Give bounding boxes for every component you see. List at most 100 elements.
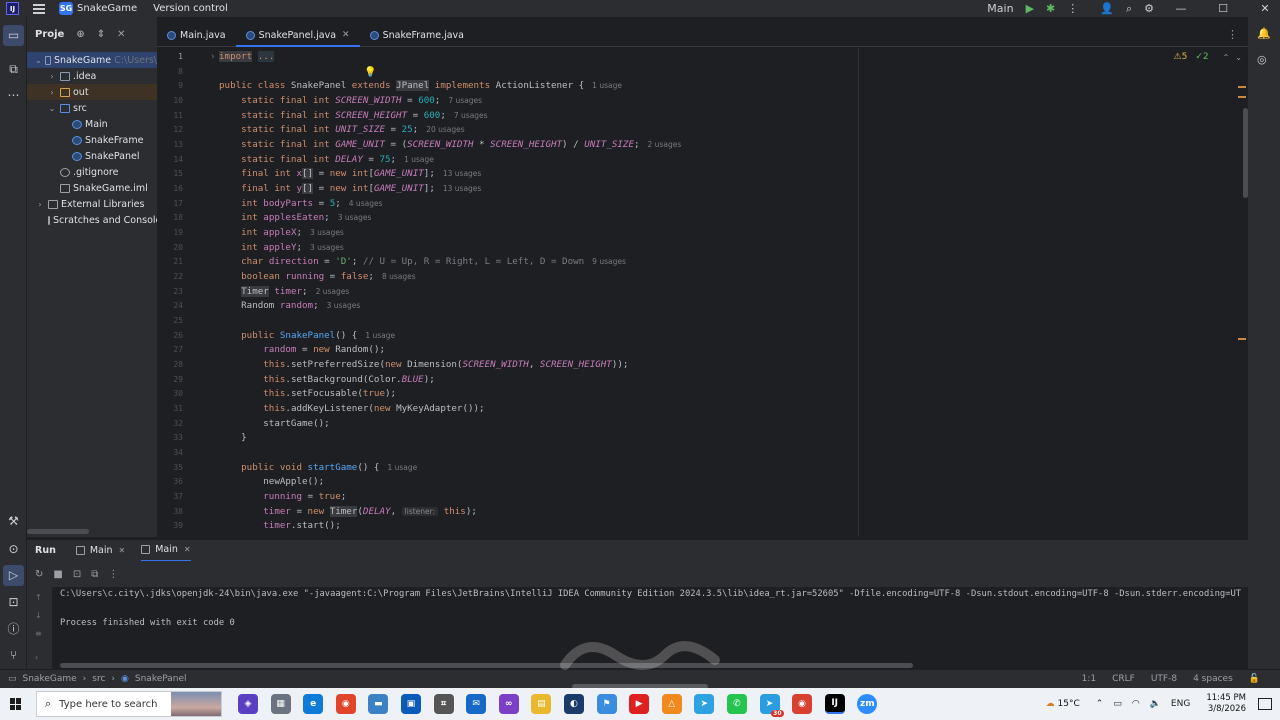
line-number[interactable]: 39 [157, 521, 183, 530]
run-tab-main-2[interactable]: Main ✕ [141, 540, 191, 562]
project-tool-icon[interactable]: ▭ [3, 25, 24, 46]
line-number[interactable]: 17 [157, 199, 183, 208]
file-explorer-icon[interactable]: ▬ [368, 694, 389, 714]
screenshot-icon[interactable]: ⊡ [73, 569, 81, 580]
line-number[interactable]: 36 [157, 477, 183, 486]
line-number[interactable]: 24 [157, 301, 183, 310]
line-number[interactable]: 20 [157, 243, 183, 252]
locate-icon[interactable]: ⊕ [76, 29, 84, 40]
tree-item-snakegame[interactable]: ⌄ SnakeGame C:\Users\ [27, 52, 157, 68]
tree-item-gitignore[interactable]: .gitignore [27, 164, 157, 180]
copilot-icon[interactable]: ◈ [238, 694, 258, 714]
tree-item-src[interactable]: ⌄ src [27, 100, 157, 116]
indent-setting[interactable]: 4 spaces [1193, 674, 1233, 684]
intellij-taskbar-icon[interactable]: IJ [824, 694, 845, 714]
fold-chevron-icon[interactable]: › [210, 51, 216, 62]
azure-data-icon[interactable]: ⚑ [596, 694, 617, 714]
wifi-icon[interactable]: ◠ [1132, 699, 1140, 709]
folder-icon[interactable]: ▤ [531, 694, 552, 714]
taskbar-clock[interactable]: 11:45 PM 3/8/2026 [1206, 693, 1246, 715]
problems-tool-icon[interactable]: ⓘ [6, 622, 21, 637]
line-number[interactable]: 19 [157, 228, 183, 237]
chevron-right-icon[interactable]: › [47, 88, 57, 97]
line-number[interactable]: 26 [157, 331, 183, 340]
line-number[interactable]: 37 [157, 492, 183, 501]
tree-item-idea[interactable]: › .idea [27, 68, 157, 84]
line-separator[interactable]: CRLF [1112, 674, 1135, 684]
usage-hint[interactable]: 2 usages [316, 287, 350, 296]
maximize-window-icon[interactable]: ☐ [1208, 2, 1238, 15]
line-number[interactable]: 29 [157, 375, 183, 384]
line-number[interactable]: 25 [157, 316, 183, 325]
chrome-profile-icon[interactable]: ◉ [792, 694, 813, 714]
outlook-icon[interactable]: ✉ [466, 694, 487, 714]
tab-snakepanel-java[interactable]: SnakePanel.java ✕ [235, 24, 360, 47]
error-stripe-marker[interactable] [1238, 338, 1246, 340]
file-encoding[interactable]: UTF-8 [1151, 674, 1177, 684]
minimize-window-icon[interactable]: — [1166, 2, 1196, 15]
usage-hint[interactable]: 7 usages [454, 111, 488, 120]
language-indicator[interactable]: ENG [1171, 699, 1190, 709]
rerun-icon[interactable]: ↻ [35, 569, 43, 580]
stop-icon[interactable]: ■ [53, 569, 62, 580]
line-number[interactable]: 11 [157, 111, 183, 120]
breadcrumb-item[interactable]: SnakeGame [23, 674, 77, 684]
soft-wrap-icon[interactable]: ≡ [35, 629, 42, 638]
network-icon[interactable]: ▭ [1113, 699, 1122, 709]
line-number[interactable]: 35 [157, 463, 183, 472]
usage-hint[interactable]: 4 usages [349, 199, 383, 208]
youtube-icon[interactable]: ▶ [629, 694, 650, 714]
expand-icon[interactable]: › [35, 653, 38, 662]
usage-hint[interactable]: 20 usages [426, 125, 464, 134]
usage-hint[interactable]: 3 usages [310, 243, 344, 252]
error-stripe-marker[interactable] [1238, 86, 1246, 88]
usage-hint[interactable]: 8 usages [382, 272, 416, 281]
notifications-icon[interactable]: 🔔 [1257, 27, 1271, 40]
line-number[interactable]: 23 [157, 287, 183, 296]
usage-hint[interactable]: 2 usages [648, 140, 682, 149]
terminal-tool-icon[interactable]: ⊡ [6, 595, 21, 610]
usage-hint[interactable]: 1 usage [404, 155, 434, 164]
intention-bulb-icon[interactable]: 💡 [364, 67, 376, 78]
close-icon[interactable]: ✕ [184, 545, 191, 554]
scroll-down-icon[interactable]: ↓ [35, 611, 42, 620]
run-tab-main-1[interactable]: Main ✕ [75, 545, 126, 556]
line-number[interactable]: 22 [157, 272, 183, 281]
line-number[interactable]: 12 [157, 125, 183, 134]
usage-hint[interactable]: 9 usages [592, 257, 626, 266]
usage-hint[interactable]: 13 usages [443, 184, 481, 193]
expand-collapse-icon[interactable]: ⇕ [97, 29, 105, 40]
line-number[interactable]: 33 [157, 433, 183, 442]
close-icon[interactable]: ✕ [117, 29, 125, 40]
media-icon[interactable]: ◐ [563, 694, 584, 714]
line-number[interactable]: 14 [157, 155, 183, 164]
tree-item-iml[interactable]: SnakeGame.iml [27, 180, 157, 196]
usage-hint[interactable]: 3 usages [310, 228, 344, 237]
tab-actions-icon[interactable]: ⋮ [1227, 28, 1238, 41]
layout-icon[interactable]: ⧉ [91, 569, 98, 580]
build-tool-icon[interactable]: ⚒ [6, 514, 21, 529]
tab-main-java[interactable]: Main.java [157, 24, 236, 46]
volume-icon[interactable]: 🔈 [1150, 699, 1161, 709]
usage-hint[interactable]: 3 usages [327, 301, 361, 310]
tree-item-scratches[interactable]: Scratches and Console [27, 212, 157, 228]
run-config-selector[interactable]: Main [987, 2, 1013, 15]
structure-tool-icon[interactable]: ⧉ [6, 62, 21, 77]
git-tool-icon[interactable]: ⑂ [6, 648, 21, 663]
vcs-menu[interactable]: Version control [153, 0, 244, 17]
tree-item-snakepanel[interactable]: SnakePanel [27, 148, 157, 164]
line-number[interactable]: 18 [157, 213, 183, 222]
import-fold[interactable]: ... [257, 51, 275, 62]
line-number[interactable]: 8 [157, 67, 183, 76]
run-tool-icon[interactable]: ▷ [3, 565, 24, 586]
tab-snakeframe-java[interactable]: SnakeFrame.java [360, 24, 474, 46]
line-number[interactable]: 15 [157, 169, 183, 178]
breadcrumb-item[interactable]: SnakePanel [135, 674, 187, 684]
telegram-alt-icon[interactable]: ➤ 30 [759, 694, 784, 717]
ai-assistant-icon[interactable]: ◎ [1257, 53, 1267, 66]
taskbar-search[interactable]: ⌕ Type here to search [36, 691, 222, 717]
close-icon[interactable]: ✕ [119, 546, 126, 555]
more-actions-icon[interactable]: ⋮ [1067, 2, 1078, 15]
windows-start-icon[interactable] [10, 698, 22, 710]
chevron-down-icon[interactable]: ⌄ [47, 104, 57, 113]
